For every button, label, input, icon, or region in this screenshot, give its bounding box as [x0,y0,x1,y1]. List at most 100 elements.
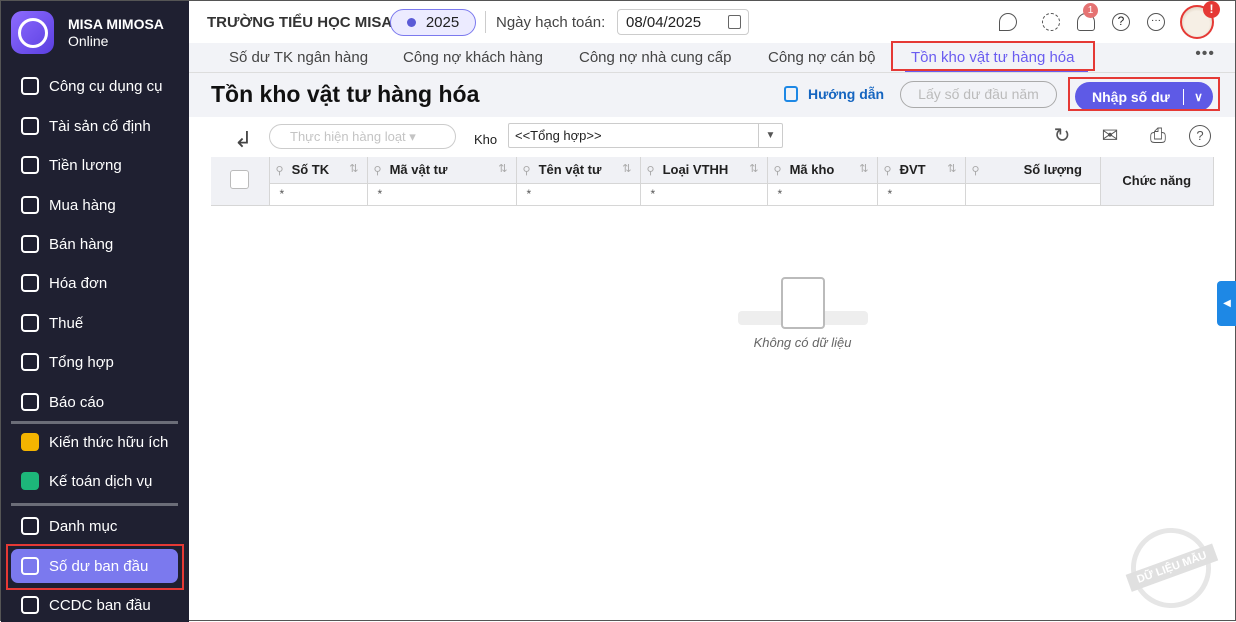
refresh-icon[interactable]: ↻ [1051,125,1073,147]
select-all-checkbox[interactable] [230,169,250,189]
print-icon[interactable]: ⎙ [1147,125,1169,147]
highlight-box [1068,77,1220,111]
filter-dvt[interactable]: * [877,183,966,206]
help-icon[interactable]: ? [1112,13,1130,31]
sidebar-item-label: Kế toán dịch vụ [49,472,153,490]
col-ten-vat-tu[interactable]: ⚲ Tên vật tư ⇅ [516,157,641,184]
empty-text: Không có dữ liệu [753,335,852,350]
filter-so-tk[interactable]: * [269,183,368,206]
sidebar-item-hoa-don[interactable]: Hóa đơn [11,266,178,300]
summary-icon [21,353,39,371]
kho-label: Kho [474,132,498,147]
tab-cong-no-nha-cung-cap[interactable]: Công nợ nhà cung cấp [579,49,731,66]
col-ma-kho[interactable]: ⚲ Mã kho ⇅ [767,157,878,184]
top-bar: TRƯỜNG TIỂU HỌC MISA 2025 Ngày hạch toán… [189,1,1235,43]
email-icon[interactable]: ✉ [1099,125,1121,147]
pin-icon[interactable]: ⚲ [523,165,531,177]
empty-state: Không có dữ liệu [730,259,875,350]
salary-icon [21,156,39,174]
col-label: ĐVT [899,162,926,178]
refresh-search-icon[interactable] [999,13,1017,31]
sidebar-item-ban-hang[interactable]: Bán hàng [11,227,178,261]
filter-ten-vat-tu[interactable]: * [516,183,641,206]
pin-icon[interactable]: ⚲ [374,165,382,177]
sort-icon[interactable]: ⇅ [859,162,868,175]
sidebar-item-thue[interactable]: Thuế [11,306,178,340]
misa-logo[interactable] [11,11,54,54]
highlight-box [891,41,1095,71]
pin-icon[interactable]: ⚲ [884,165,892,177]
sort-icon[interactable]: ⇅ [947,162,956,175]
get-opening-balance-button[interactable]: Lấy số dư đầu năm [900,81,1057,108]
invoice-icon [21,274,39,292]
sort-icon[interactable]: ⇅ [498,162,507,175]
sidebar-item-ke-toan-dich-vu[interactable]: Kế toán dịch vụ [11,464,178,498]
sample-data-watermark: DỮ LIỆU MẪU [1119,516,1223,620]
col-dvt[interactable]: ⚲ ĐVT ⇅ [877,157,966,184]
gear-icon[interactable] [1042,13,1060,31]
date-label: Ngày hạch toán: [496,14,606,31]
sort-icon[interactable]: ⇅ [622,162,631,175]
tab-cong-no-can-bo[interactable]: Công nợ cán bộ [768,49,875,66]
filter-so-luong[interactable] [965,183,1101,206]
batch-action-dropdown[interactable]: Thực hiện hàng loạt ▾ [269,124,456,149]
sidebar-item-ccdc-ban-dau[interactable]: CCDC ban đầu [11,588,178,622]
sidebar-item-danh-muc[interactable]: Danh mục [11,509,178,543]
sidebar-item-tien-luong[interactable]: Tiền lương [11,148,178,182]
pin-icon[interactable]: ⚲ [276,165,284,177]
collapse-arrow-icon[interactable]: ↲ [234,127,252,153]
more-tabs-icon[interactable]: ••• [1195,45,1215,63]
col-label: Số TK [291,162,330,178]
sidebar-item-bao-cao[interactable]: Báo cáo [11,385,178,419]
sidebar-item-label: Công cụ dụng cụ [49,77,163,95]
expand-panel-button[interactable]: ◀ [1217,281,1236,326]
col-label: Mã vật tư [389,162,448,178]
sort-icon[interactable]: ⇅ [749,162,758,175]
service-icon [21,472,39,490]
cart-icon [21,196,39,214]
col-label: Mã kho [789,162,835,178]
col-so-luong[interactable]: ⚲ Số lượng [965,157,1101,184]
sidebar: MISA MIMOSA Online Công cụ dụng cụ Tài sả… [1,1,189,622]
col-ma-vat-tu[interactable]: ⚲ Mã vật tư ⇅ [367,157,517,184]
pin-icon[interactable]: ⚲ [972,165,980,177]
filter-ma-kho[interactable]: * [767,183,878,206]
pin-icon[interactable]: ⚲ [647,165,655,177]
list-icon [21,517,39,535]
sidebar-item-tai-san[interactable]: Tài sản cố định [11,109,178,143]
more-icon[interactable]: ··· [1147,13,1165,31]
kho-select[interactable]: <<Tổng hợp>> ▼ [508,123,783,148]
sidebar-item-label: Tài sản cố định [49,117,151,135]
sidebar-item-kien-thuc[interactable]: Kiến thức hữu ích [11,425,178,459]
tab-so-du-tk-ngan-hang[interactable]: Số dư TK ngân hàng [229,49,368,66]
help-icon[interactable]: ? [1189,125,1211,147]
sidebar-item-label: Tổng hợp [49,353,114,371]
empty-document-icon [780,277,825,329]
col-label: Loại VTHH [662,162,729,178]
devices-icon [21,596,39,614]
col-chuc-nang: Chức năng [1100,157,1214,206]
select-all-cell [211,157,270,206]
sidebar-item-cong-cu[interactable]: Công cụ dụng cụ [11,69,178,103]
report-icon [21,393,39,411]
brand: MISA MIMOSA Online [68,16,164,50]
brand-name: MISA MIMOSA [68,16,164,32]
dropdown-arrow-icon[interactable]: ▼ [758,124,782,147]
col-label: Chức năng [1122,173,1192,189]
tab-cong-no-khach-hang[interactable]: Công nợ khách hàng [403,49,543,66]
sort-icon[interactable]: ⇅ [349,162,358,175]
col-label: Tên vật tư [538,162,602,178]
guide-link[interactable]: Hướng dẫn [784,86,884,102]
sidebar-item-label: Tiền lương [49,156,122,174]
year-selector[interactable]: 2025 [390,9,476,36]
filter-ma-vat-tu[interactable]: * [367,183,517,206]
filter-loai-vthh[interactable]: * [640,183,768,206]
sidebar-item-mua-hang[interactable]: Mua hàng [11,188,178,222]
sidebar-item-tong-hop[interactable]: Tổng hợp [11,345,178,379]
col-so-tk[interactable]: ⚲ Số TK ⇅ [269,157,368,184]
pin-icon[interactable]: ⚲ [774,165,782,177]
date-input[interactable]: 08/04/2025 [617,9,749,35]
calendar-icon[interactable] [728,15,741,29]
notification-badge: 1 [1083,3,1098,18]
col-loai-vthh[interactable]: ⚲ Loại VTHH ⇅ [640,157,768,184]
